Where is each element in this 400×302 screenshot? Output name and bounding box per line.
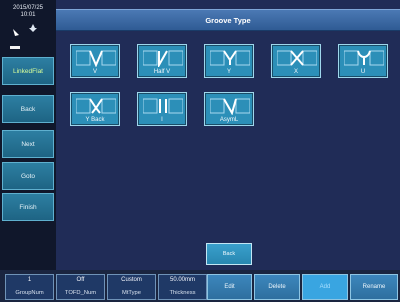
groove-y-button[interactable]: Y — [204, 44, 254, 78]
i-groove-icon — [143, 98, 183, 114]
time-text: 10:01 — [20, 12, 36, 18]
sidebar-item-label: Back — [20, 105, 36, 113]
sidebar-item-goto[interactable]: Goto — [2, 162, 54, 190]
groove-x-button[interactable]: X — [271, 44, 321, 78]
battery-icon — [10, 46, 20, 49]
groove-label: I — [161, 117, 163, 123]
param-value: 1 — [27, 277, 32, 283]
groove-label: Y Back — [85, 117, 105, 123]
button-label: Rename — [362, 284, 386, 290]
param-value: Off — [76, 277, 85, 283]
param-value: 50.00mm — [169, 277, 195, 283]
sidebar-item-label: Goto — [20, 172, 36, 180]
dialog-title-text: Groove Type — [205, 15, 251, 25]
datetime: 2015/07/25 10:01 — [2, 5, 54, 19]
dialog-back-label: Back — [222, 251, 236, 257]
param-tofd-num[interactable]: Off TOFD_Num — [56, 274, 105, 300]
signal-icon — [29, 24, 37, 32]
sidebar-item-next[interactable]: Next — [2, 130, 54, 158]
dialog-title: Groove Type — [56, 9, 400, 31]
date-text: 2015/07/25 — [12, 5, 44, 11]
param-thickness[interactable]: 50.00mm Thickness — [158, 274, 207, 300]
status-icon-group — [10, 24, 37, 49]
add-button[interactable]: Add — [302, 274, 348, 300]
delete-button[interactable]: Delete — [254, 274, 300, 300]
v-groove-icon — [76, 50, 116, 67]
y-back-groove-icon — [76, 98, 116, 114]
rename-button[interactable]: Rename — [350, 274, 398, 300]
groove-half-v-button[interactable]: Half V — [137, 44, 187, 78]
groove-y-back-button[interactable]: Y Back — [70, 92, 120, 126]
groove-asyml-button[interactable]: AsymL — [204, 92, 254, 126]
param-label: GroupNum — [15, 290, 44, 296]
groove-type-dialog: Groove Type V Half V Y X U Y Back I Asym… — [56, 0, 400, 270]
sidebar-item-finish[interactable]: Finish — [2, 193, 54, 221]
param-label: Thickness — [169, 290, 196, 296]
param-groupnum[interactable]: 1 GroupNum — [5, 274, 54, 300]
param-label: TOFD_Num — [64, 290, 97, 296]
button-label: Edit — [224, 284, 235, 290]
param-mttype[interactable]: Custom MtType — [107, 274, 156, 300]
half-v-groove-icon — [143, 50, 183, 67]
y-groove-icon — [210, 50, 250, 66]
sidebar-item-label: Next — [21, 140, 35, 148]
cursor-icon — [13, 29, 19, 36]
groove-u-button[interactable]: U — [338, 44, 388, 78]
groove-label: AsymL — [219, 117, 239, 123]
groove-label: V — [92, 69, 97, 75]
groove-label: X — [293, 69, 298, 75]
status-icons — [6, 22, 50, 52]
sidebar-item-label: LinkedFlat — [13, 67, 43, 75]
button-label: Add — [319, 284, 331, 290]
sidebar-item-back[interactable]: Back — [2, 95, 54, 123]
groove-label: U — [360, 69, 366, 75]
sidebar-item-linkedflat[interactable]: LinkedFlat — [2, 57, 54, 85]
groove-label: Half V — [153, 69, 171, 75]
asyml-groove-icon — [210, 98, 250, 115]
groove-v-button[interactable]: V — [70, 44, 120, 78]
edit-button[interactable]: Edit — [207, 274, 252, 300]
dialog-back-button[interactable]: Back — [206, 243, 252, 265]
sidebar-item-label: Finish — [19, 203, 37, 211]
sidebar: 2015/07/25 10:01 LinkedFlat Back Next Go… — [0, 0, 56, 270]
u-groove-icon — [344, 50, 384, 66]
param-value: Custom — [121, 277, 142, 283]
x-groove-icon — [277, 50, 317, 66]
groove-i-button[interactable]: I — [137, 92, 187, 126]
param-label: MtType — [121, 290, 141, 296]
groove-label: Y — [226, 69, 231, 75]
button-label: Delete — [268, 284, 286, 290]
